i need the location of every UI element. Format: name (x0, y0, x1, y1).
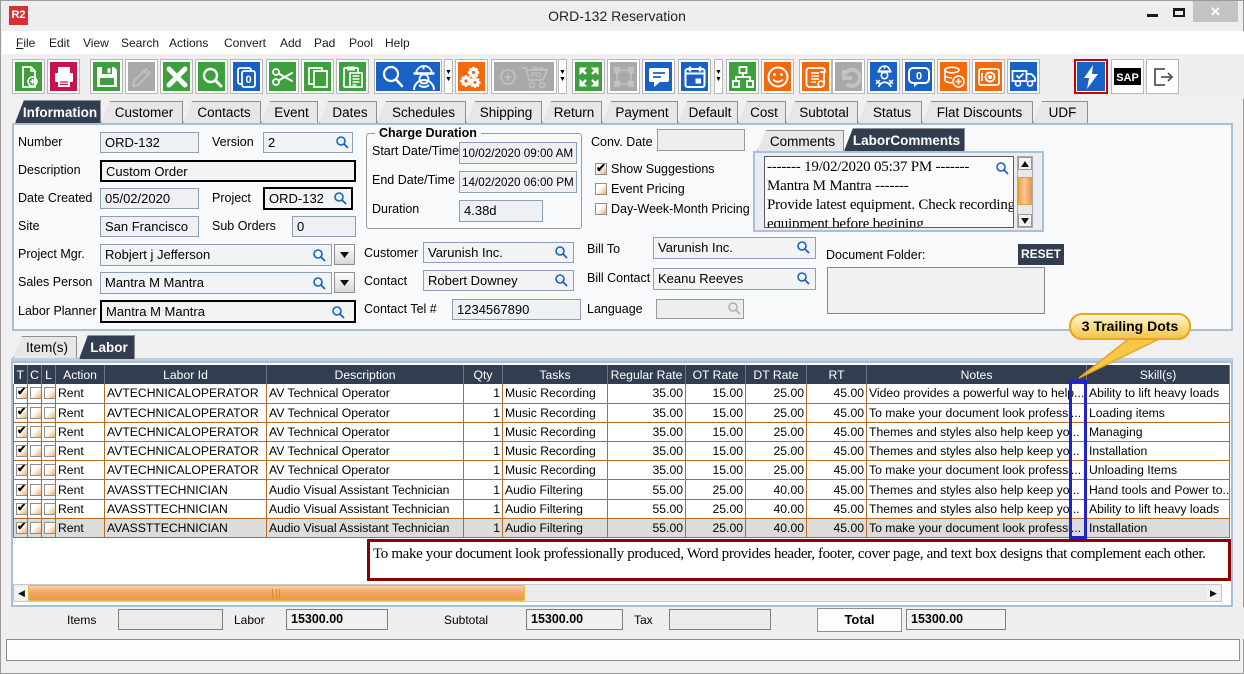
svg-text:0: 0 (915, 70, 921, 82)
svg-text:PO: PO (531, 72, 542, 79)
svg-text:0: 0 (245, 74, 251, 86)
svg-text:SAP: SAP (1116, 72, 1139, 84)
